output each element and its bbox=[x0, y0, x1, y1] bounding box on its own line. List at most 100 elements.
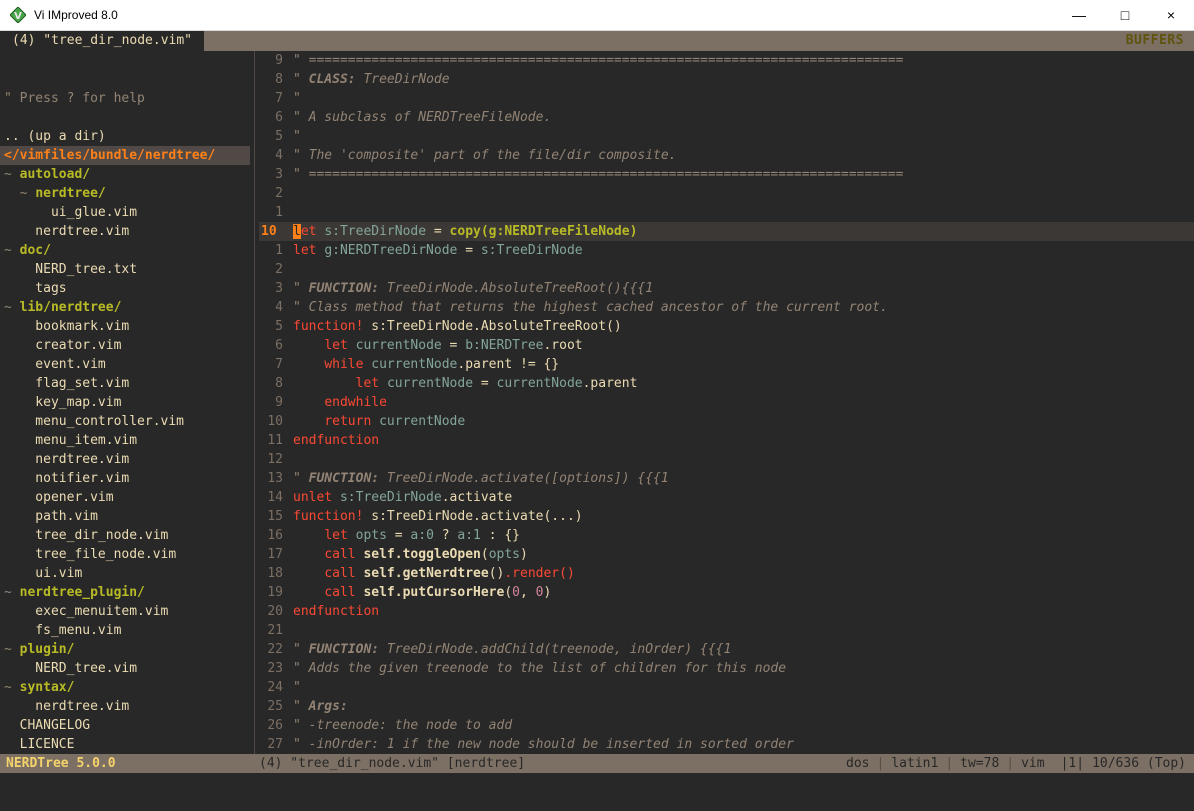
code-line[interactable]: 10let s:TreeDirNode = copy(g:NERDTreeFil… bbox=[259, 222, 1194, 241]
code-line[interactable]: 7" bbox=[259, 89, 1194, 108]
tree-item[interactable]: LICENCE bbox=[0, 735, 250, 754]
tree-item[interactable]: tags bbox=[0, 279, 250, 298]
line-number: 24 bbox=[259, 678, 293, 697]
tree-item[interactable] bbox=[0, 108, 250, 127]
tree-item[interactable]: exec_menuitem.vim bbox=[0, 602, 250, 621]
code-line-text: endwhile bbox=[293, 393, 387, 412]
tree-item[interactable]: flag_set.vim bbox=[0, 374, 250, 393]
close-button[interactable]: × bbox=[1148, 0, 1194, 30]
tree-item[interactable]: bookmark.vim bbox=[0, 317, 250, 336]
window-separator[interactable] bbox=[250, 51, 259, 754]
token: call bbox=[324, 547, 355, 562]
code-line[interactable]: 12 bbox=[259, 450, 1194, 469]
code-line[interactable]: 11endfunction bbox=[259, 431, 1194, 450]
tree-item[interactable]: ~ lib/nerdtree/ bbox=[0, 298, 250, 317]
code-line[interactable]: 3" FUNCTION: TreeDirNode.AbsoluteTreeRoo… bbox=[259, 279, 1194, 298]
token: NERD_tree.txt bbox=[4, 262, 137, 277]
maximize-button[interactable]: □ bbox=[1102, 0, 1148, 30]
code-line[interactable]: 17 call self.toggleOpen(opts) bbox=[259, 545, 1194, 564]
tree-item-text: .. (up a dir) bbox=[4, 129, 106, 144]
token bbox=[293, 357, 324, 372]
tree-item[interactable]: fs_menu.vim bbox=[0, 621, 250, 640]
line-number: 9 bbox=[259, 51, 293, 70]
code-line[interactable]: 4" The 'composite' part of the file/dir … bbox=[259, 146, 1194, 165]
code-line[interactable]: 13" FUNCTION: TreeDirNode.activate([opti… bbox=[259, 469, 1194, 488]
token: opts bbox=[356, 528, 387, 543]
tree-item[interactable]: ui_glue.vim bbox=[0, 203, 250, 222]
tree-item[interactable]: nerdtree.vim bbox=[0, 222, 250, 241]
code-line[interactable]: 20endfunction bbox=[259, 602, 1194, 621]
code-line[interactable]: 14unlet s:TreeDirNode.activate bbox=[259, 488, 1194, 507]
code-line[interactable]: 5" bbox=[259, 127, 1194, 146]
tree-item[interactable]: tree_file_node.vim bbox=[0, 545, 250, 564]
command-line[interactable] bbox=[0, 773, 1194, 811]
code-line[interactable]: 27" -inOrder: 1 if the new node should b… bbox=[259, 735, 1194, 754]
code-line[interactable]: 21 bbox=[259, 621, 1194, 640]
token: syntax/ bbox=[20, 680, 75, 695]
tree-item[interactable]: ~ nerdtree/ bbox=[0, 184, 250, 203]
tree-item-text: nerdtree.vim bbox=[4, 452, 129, 467]
code-line[interactable]: 25" Args: bbox=[259, 697, 1194, 716]
code-line[interactable]: 7 while currentNode.parent != {} bbox=[259, 355, 1194, 374]
tree-root-path[interactable]: </vimfiles/bundle/nerdtree/ bbox=[0, 146, 250, 165]
code-line[interactable]: 6" A subclass of NERDTreeFileNode. bbox=[259, 108, 1194, 127]
tree-item[interactable]: NERD_tree.txt bbox=[0, 260, 250, 279]
tree-item[interactable]: ~ nerdtree_plugin/ bbox=[0, 583, 250, 602]
tree-item[interactable]: notifier.vim bbox=[0, 469, 250, 488]
tree-up-dir[interactable]: .. (up a dir) bbox=[0, 127, 250, 146]
code-line[interactable]: 18 call self.getNerdtree().render() bbox=[259, 564, 1194, 583]
tree-item[interactable]: nerdtree.vim bbox=[0, 697, 250, 716]
code-line[interactable]: 4" Class method that returns the highest… bbox=[259, 298, 1194, 317]
tree-item[interactable]: ~ plugin/ bbox=[0, 640, 250, 659]
tree-item[interactable]: menu_item.vim bbox=[0, 431, 250, 450]
tree-item[interactable]: nerdtree.vim bbox=[0, 450, 250, 469]
code-line[interactable]: 2 bbox=[259, 184, 1194, 203]
tree-item[interactable]: opener.vim bbox=[0, 488, 250, 507]
tree-item[interactable]: NERD_tree.vim bbox=[0, 659, 250, 678]
tree-help[interactable]: " Press ? for help bbox=[0, 89, 250, 108]
file-format: dos bbox=[846, 754, 869, 773]
token: while bbox=[324, 357, 363, 372]
code-line[interactable]: 16 let opts = a:0 ? a:1 : {} bbox=[259, 526, 1194, 545]
tree-item[interactable]: ~ syntax/ bbox=[0, 678, 250, 697]
code-line[interactable]: 19 call self.putCursorHere(0, 0) bbox=[259, 583, 1194, 602]
line-number: 14 bbox=[259, 488, 293, 507]
code-line[interactable]: 8" CLASS: TreeDirNode bbox=[259, 70, 1194, 89]
code-line[interactable]: 24" bbox=[259, 678, 1194, 697]
tree-item[interactable]: key_map.vim bbox=[0, 393, 250, 412]
tree-item[interactable]: CHANGELOG bbox=[0, 716, 250, 735]
tree-item[interactable]: ~ autoload/ bbox=[0, 165, 250, 184]
code-line[interactable]: 22" FUNCTION: TreeDirNode.addChild(treen… bbox=[259, 640, 1194, 659]
tree-item[interactable]: path.vim bbox=[0, 507, 250, 526]
token: call bbox=[324, 566, 355, 581]
tree-item[interactable]: menu_controller.vim bbox=[0, 412, 250, 431]
code-line[interactable]: 9 endwhile bbox=[259, 393, 1194, 412]
code-line[interactable]: 1let g:NERDTreeDirNode = s:TreeDirNode bbox=[259, 241, 1194, 260]
tree-item[interactable]: ui.vim bbox=[0, 564, 250, 583]
token: .parent bbox=[583, 376, 638, 391]
code-line[interactable]: 10 return currentNode bbox=[259, 412, 1194, 431]
code-line[interactable]: 9" =====================================… bbox=[259, 51, 1194, 70]
code-line[interactable]: 3" =====================================… bbox=[259, 165, 1194, 184]
code-line[interactable]: 15function! s:TreeDirNode.activate(...) bbox=[259, 507, 1194, 526]
code-line[interactable]: 6 let currentNode = b:NERDTree.root bbox=[259, 336, 1194, 355]
tree-item[interactable]: event.vim bbox=[0, 355, 250, 374]
token: FUNCTION: bbox=[309, 281, 379, 296]
code-line[interactable]: 2 bbox=[259, 260, 1194, 279]
line-number: 25 bbox=[259, 697, 293, 716]
code-line[interactable]: 1 bbox=[259, 203, 1194, 222]
code-line[interactable]: 8 let currentNode = currentNode.parent bbox=[259, 374, 1194, 393]
token: " bbox=[293, 72, 309, 87]
tree-item[interactable]: creator.vim bbox=[0, 336, 250, 355]
code-line[interactable]: 23" Adds the given treenode to the list … bbox=[259, 659, 1194, 678]
cursor-position: 10/636 (Top) bbox=[1092, 754, 1186, 773]
token: self.toggleOpen bbox=[363, 547, 480, 562]
code-line[interactable]: 26" -treenode: the node to add bbox=[259, 716, 1194, 735]
tab-active-buffer[interactable]: (4) "tree_dir_node.vim" bbox=[0, 31, 204, 51]
minimize-button[interactable]: — bbox=[1056, 0, 1102, 30]
tree-item[interactable]: tree_dir_node.vim bbox=[0, 526, 250, 545]
code-line[interactable]: 5function! s:TreeDirNode.AbsoluteTreeRoo… bbox=[259, 317, 1194, 336]
token: function! bbox=[293, 509, 363, 524]
tree-item-text: nerdtree.vim bbox=[4, 224, 129, 239]
tree-item[interactable]: ~ doc/ bbox=[0, 241, 250, 260]
